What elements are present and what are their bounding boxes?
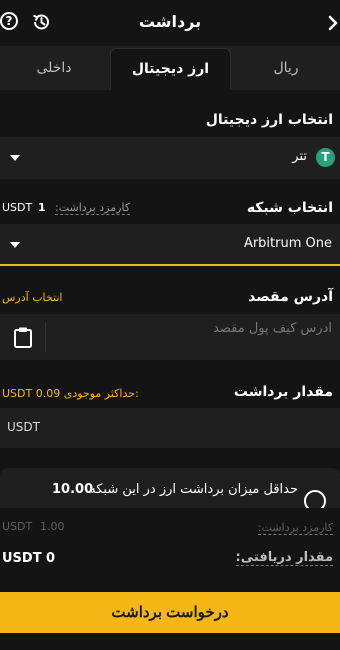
page-title: برداشت [138, 12, 202, 31]
min-withdraw-text: حداقل میزان برداشت ارز در این شبکه [89, 482, 298, 497]
receive-label: مقدار دریافتی: [235, 550, 333, 566]
chevron-right-icon[interactable] [326, 14, 340, 32]
tab-crypto[interactable]: ارز دیجیتال [110, 48, 231, 90]
receive-unit: USDT [2, 551, 42, 566]
header-bar: برداشت ? [0, 0, 340, 46]
amount-label: مقدار برداشت [233, 384, 333, 400]
network-select[interactable]: Arbitrum One [0, 224, 340, 266]
max-balance[interactable]: USDT 0.09 حداکثر موجودی: [2, 387, 139, 400]
chevron-down-icon [10, 242, 20, 248]
chevron-down-icon [10, 155, 20, 161]
network-fee-unit: USDT [2, 201, 33, 214]
max-balance-label: حداکثر موجودی: [63, 387, 139, 400]
history-icon[interactable] [31, 12, 51, 32]
currency-value: تتر [292, 149, 307, 164]
currency-select[interactable]: T تتر [0, 137, 340, 179]
max-balance-unit: USDT [2, 387, 33, 400]
max-balance-value: 0.09 [35, 387, 61, 400]
currency-label: انتخاب ارز دیجیتال [205, 112, 333, 128]
address-label: آدرس مقصد [248, 289, 333, 305]
min-withdraw-value: 10.00 [52, 482, 94, 497]
bottom-strip [0, 633, 340, 650]
field-divider [45, 322, 46, 352]
receive-value: 0 [46, 551, 56, 566]
paste-icon[interactable] [12, 326, 34, 348]
tab-bar: ریال ارز دیجیتال داخلی [0, 46, 340, 90]
summary-fee-unit: USDT [2, 520, 33, 533]
choose-address-link[interactable]: انتخاب آدرس [2, 291, 62, 304]
network-value: Arbitrum One [243, 236, 332, 251]
address-field [0, 314, 340, 360]
amount-unit: USDT [7, 420, 40, 434]
tether-icon: T [316, 148, 335, 167]
network-fee-label: کارمزد برداشت: [55, 201, 131, 215]
help-icon[interactable]: ? [0, 12, 18, 30]
summary-fee-value: 1.00 [40, 520, 65, 533]
submit-withdraw-button[interactable]: درخواست برداشت [0, 592, 340, 633]
network-label: انتخاب شبکه [246, 200, 333, 216]
network-fee-value: 1 [38, 201, 46, 214]
address-input[interactable] [46, 314, 340, 360]
tab-internal[interactable]: داخلی [0, 46, 108, 90]
tab-rial[interactable]: ریال [232, 46, 340, 90]
min-withdraw-notice: 10.00 حداقل میزان برداشت ارز در این شبکه [0, 468, 340, 512]
summary-fee-label: کارمزد برداشت: [257, 521, 333, 535]
amount-field[interactable]: USDT [0, 408, 340, 448]
